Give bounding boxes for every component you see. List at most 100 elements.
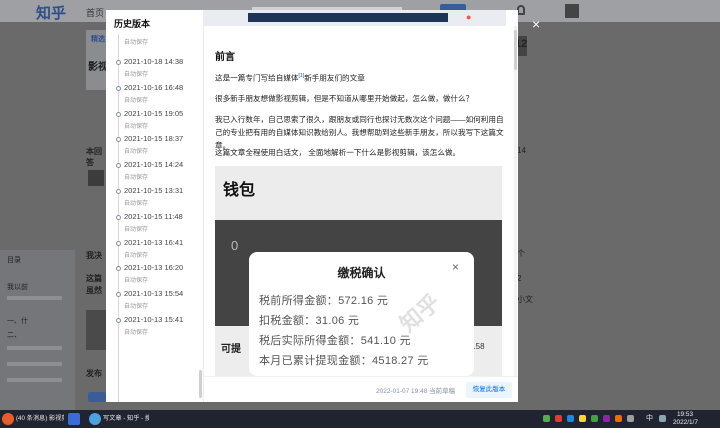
history-entry[interactable]: 自动保存 (106, 34, 203, 54)
left-title: 影视 (88, 62, 108, 73)
left-text: 发布 (86, 369, 102, 378)
withdraw-label: 可提 (221, 344, 241, 355)
article-paragraph: 这是一篇专门写给自媒体[1]新手朋友们的文章 (215, 73, 365, 83)
history-entry-sub: 自动保存 (124, 40, 149, 46)
article-preview: ● 前言 这是一篇专门写给自媒体[1]新手朋友们的文章 很多新手朋友想做影视剪辑… (204, 10, 518, 402)
history-entry-sub: 自动保存 (124, 304, 149, 311)
history-entry-sub: 自动保存 (124, 278, 149, 285)
right-text: 12 (515, 38, 528, 50)
timeline-dot-icon (116, 137, 121, 143)
article-image: 钱包 0 可提 5.58 缴税确认 × 税前所得金额：572.16 元 扣税金额… (215, 166, 502, 376)
left-text: 这篇 (86, 274, 102, 283)
dialog-title: 缴税确认 (337, 266, 386, 280)
tray-icon[interactable] (567, 415, 574, 422)
left-tag: 精选 (91, 36, 105, 43)
app-icon[interactable] (89, 413, 101, 425)
tray-icon[interactable] (591, 415, 598, 422)
tray-icon[interactable] (543, 415, 550, 422)
tray-icon[interactable] (555, 415, 562, 422)
app-icon[interactable] (68, 413, 80, 425)
history-entry-sub: 自动保存 (124, 226, 149, 233)
history-entry-time: 2021-10-16 16:48 (124, 82, 184, 92)
close-icon[interactable]: × (532, 16, 540, 32)
left-text: 本回答 (86, 147, 102, 167)
timeline-dot-icon (116, 60, 121, 65)
history-entry-sub: 自动保存 (124, 330, 149, 336)
history-scrollbar[interactable] (199, 370, 202, 398)
history-modal: 历史版本 自动保存 2021-10-18 14:38 自动保存 2021-10-16… (106, 10, 518, 402)
history-title: 历史版本 (114, 19, 151, 29)
history-entry-time: 2021-10-15 13:31 (124, 186, 184, 195)
timeline-dot-icon (116, 85, 121, 91)
article-top-image: ● (204, 10, 506, 26)
history-entry-sub: 自动保存 (124, 123, 149, 130)
tray-icon[interactable] (627, 415, 634, 422)
timeline-dot-icon (116, 292, 121, 298)
clock-time[interactable]: 19:53 (677, 411, 693, 418)
history-entry-time: 2021-10-13 16:20 (124, 263, 184, 273)
right-text: 2 (517, 274, 522, 283)
article-paragraph: 很多新手朋友想做影视剪辑，但是不知道从哪里开始做起，怎么做，做什么？ (215, 94, 474, 103)
taskbar-item[interactable]: 写文章 - 知乎 - 搜... (103, 411, 149, 427)
heart-icon: ● (466, 12, 472, 22)
article-scrollbar-track[interactable] (514, 26, 517, 376)
toc-item[interactable]: 二、 (7, 330, 21, 340)
history-entry-time: 2021-10-13 16:41 (124, 237, 184, 247)
restore-version-button[interactable]: 恢复此版本 (466, 382, 512, 398)
wallet-title: 钱包 (223, 182, 256, 199)
timeline-dot-icon (116, 266, 121, 272)
site-logo[interactable]: 知乎 (36, 2, 66, 23)
history-entry-time: 2021-10-15 19:05 (124, 108, 184, 118)
left-photo (86, 310, 106, 350)
nav-home-link[interactable]: 首页 (86, 6, 104, 19)
history-entry-sub: 自动保存 (124, 97, 149, 104)
timeline-dot-icon (116, 163, 121, 169)
tray-icon[interactable] (603, 415, 610, 422)
ime-indicator[interactable]: 中 (646, 411, 653, 427)
tax-row: 税前所得金额：572.16 元 (259, 295, 389, 307)
watermark: 知乎 (395, 289, 445, 337)
history-list[interactable]: 自动保存 2021-10-18 14:38 自动保存 2021-10-16 16:4… (106, 34, 203, 402)
author-avatar (88, 170, 104, 186)
toc-item[interactable]: 一、什 (7, 316, 28, 326)
history-entry-sub: 自动保存 (124, 175, 149, 182)
avatar[interactable] (565, 4, 579, 18)
history-panel: 历史版本 自动保存 2021-10-18 14:38 自动保存 2021-10-16… (106, 10, 204, 402)
timeline-dot-icon (116, 111, 121, 117)
history-entry[interactable]: 2021-10-13 15:41 自动保存 (106, 314, 203, 344)
history-entry-sub: 自动保存 (124, 72, 149, 78)
clock-date[interactable]: 2022/1/7 (673, 419, 698, 426)
history-entry-time: 2021-10-15 18:37 (124, 134, 184, 144)
history-entry-sub: 自动保存 (124, 149, 149, 156)
left-text: 我决 (86, 251, 102, 260)
tray-icon[interactable] (579, 415, 586, 422)
history-entry-time: 2021-10-15 11:48 (124, 211, 183, 221)
timeline-dot-icon (116, 214, 121, 220)
tax-row: 本月已累计提现金额：4518.27 元 (259, 355, 429, 367)
history-entry-time: 2021-10-13 15:54 (124, 289, 184, 299)
taskbar: (40 条消息) 影视剪... 写文章 - 知乎 - 搜... 中 19:53 … (0, 410, 720, 428)
right-text: 14 (517, 146, 526, 155)
article-heading: 前言 (215, 52, 235, 63)
tray-icon[interactable] (615, 415, 622, 422)
left-text: 虽然 (86, 286, 102, 295)
history-entry-sub: 自动保存 (124, 201, 149, 207)
history-entry-sub: 自动保存 (124, 252, 149, 259)
article-paragraph: 这篇文章全程使用白话文， 全面地解析一下什么是影视剪辑，该怎么做。 (215, 148, 461, 157)
draft-timestamp: 2022-01-07 19:48 当前草稿 (376, 388, 456, 395)
bell-icon[interactable] (517, 5, 525, 15)
history-entry-time: 2021-10-13 15:41 (124, 315, 184, 324)
browser-icon[interactable] (2, 413, 14, 425)
history-entry-time: 2021-10-15 14:24 (124, 160, 184, 170)
toc-item[interactable]: 我以前 (7, 282, 28, 292)
right-text: 个 (517, 249, 525, 258)
close-icon: × (452, 260, 460, 274)
taskbar-item[interactable]: (40 条消息) 影视剪... (16, 411, 64, 427)
left-button[interactable] (88, 392, 106, 402)
article-scrollbar[interactable] (514, 30, 517, 70)
timeline-dot-icon (116, 189, 121, 194)
toc-label: 目录 (7, 257, 21, 264)
right-text: 小文 (517, 295, 533, 304)
tray-icon[interactable] (659, 415, 666, 422)
timeline-dot-icon (116, 240, 121, 246)
